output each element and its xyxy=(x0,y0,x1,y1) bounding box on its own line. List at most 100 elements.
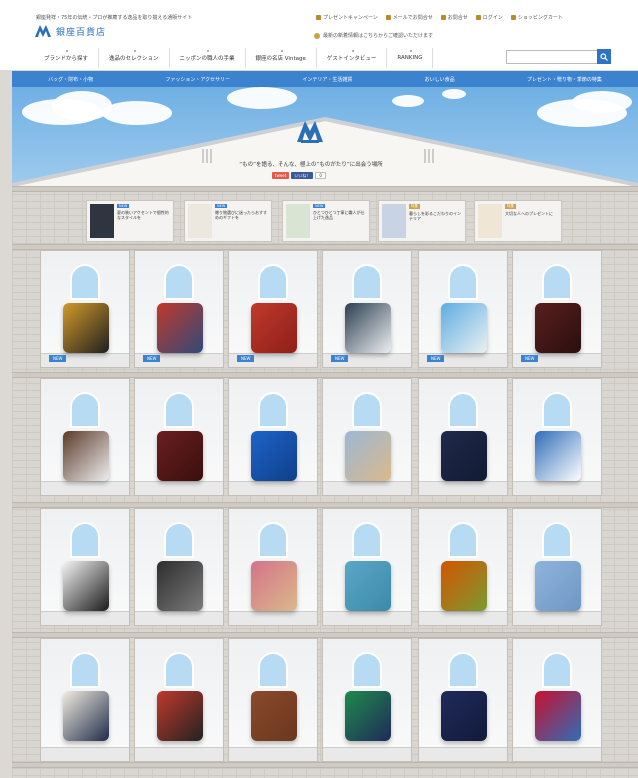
scarf-stand-product[interactable] xyxy=(251,561,297,611)
display-shelf xyxy=(135,481,223,495)
product-window[interactable] xyxy=(322,378,412,496)
tie-case-product[interactable] xyxy=(157,303,203,353)
display-shelf xyxy=(323,481,411,495)
product-window[interactable]: NEW xyxy=(40,250,130,368)
product-window[interactable] xyxy=(418,508,508,626)
page: 銀座発祥・75年の伝統・プロが推薦する逸品を取り揃える通販サイト 銀座百貨店 プ… xyxy=(0,0,638,778)
nav-bags[interactable]: バッグ・財布・小物 xyxy=(48,76,93,83)
product-window[interactable]: NEW xyxy=(418,250,508,368)
featured-card[interactable]: NEW 贈り物選びに迷ったらおすすめのギフトを xyxy=(184,200,272,242)
notebook-case-product[interactable] xyxy=(441,431,487,481)
display-shelf xyxy=(323,747,411,761)
emblem-icon xyxy=(297,121,323,143)
floral-shirt-product[interactable] xyxy=(535,431,581,481)
wristwatch-product[interactable] xyxy=(345,303,391,353)
nav-food[interactable]: おいしい食品 xyxy=(425,76,455,83)
sub-navigation: ブランドから探す 逸品のセレクション ニッポンの職人の手業 銀座の名店 Vint… xyxy=(34,48,434,68)
product-window[interactable] xyxy=(134,378,224,496)
cart-icon xyxy=(510,15,516,20)
wallets-product[interactable] xyxy=(345,691,391,741)
product-window[interactable] xyxy=(40,508,130,626)
featured-card[interactable]: 特集 大切な人へのプレゼントに xyxy=(474,200,562,242)
tweet-button[interactable]: tweet xyxy=(272,172,290,179)
subnav-interview[interactable]: ゲストインタビュー xyxy=(317,48,388,68)
canvas-tote-product[interactable] xyxy=(63,691,109,741)
search-button[interactable] xyxy=(597,49,611,64)
subnav-vintage[interactable]: 銀座の名店 Vintage xyxy=(246,48,317,68)
featured-text: ひとつひとつ丁寧に職人が仕上げた逸品 xyxy=(313,210,365,220)
product-window[interactable]: NEW xyxy=(322,250,412,368)
featured-card[interactable]: NEW 夏の装いアクセントで個性的なスタイルを xyxy=(86,200,174,242)
arched-window xyxy=(352,652,382,688)
like-button[interactable]: いいね！ xyxy=(291,172,314,179)
top-link-contact[interactable]: お問合せ xyxy=(440,14,468,21)
product-window[interactable] xyxy=(418,378,508,496)
display-shelf xyxy=(229,747,317,761)
product-window[interactable]: NEW xyxy=(512,250,602,368)
subnav-selection[interactable]: 逸品のセレクション xyxy=(99,48,170,68)
phone-cases-product[interactable] xyxy=(157,431,203,481)
site-logo[interactable]: 銀座百貨店 xyxy=(34,24,106,38)
product-window[interactable]: NEW xyxy=(134,250,224,368)
search-input[interactable] xyxy=(506,50,610,64)
loafers-product[interactable] xyxy=(535,561,581,611)
product-window[interactable] xyxy=(228,638,318,762)
glassware-product[interactable] xyxy=(63,303,109,353)
analog-watch-product[interactable] xyxy=(63,561,109,611)
featured-thumb xyxy=(286,204,310,238)
top-link-mail[interactable]: メールでお問合せ xyxy=(385,14,433,21)
red-bags-product[interactable] xyxy=(251,303,297,353)
new-badge: NEW xyxy=(331,355,349,362)
shorts-product[interactable] xyxy=(535,691,581,741)
product-window[interactable] xyxy=(512,378,602,496)
subnav-brand[interactable]: ブランドから探す xyxy=(34,48,100,68)
display-shelf xyxy=(229,481,317,495)
featured-card[interactable]: 特集 暮らしを彩るこだわりのインテリア xyxy=(378,200,466,242)
quilted-jacket-product[interactable] xyxy=(251,431,297,481)
product-window[interactable] xyxy=(228,378,318,496)
product-window[interactable] xyxy=(322,638,412,762)
top-link-campaign[interactable]: プレゼントキャンペーン xyxy=(316,14,378,21)
travel-bag-product[interactable] xyxy=(441,691,487,741)
featured-text: 暮らしを彩るこだわりのインテリア xyxy=(409,211,461,221)
product-window[interactable] xyxy=(134,508,224,626)
notice-bar[interactable]: 最新の新着情報はこちらからご確認いただけます xyxy=(314,32,433,39)
mount-fuji-figure-product[interactable] xyxy=(63,431,109,481)
featured-card[interactable]: NEW ひとつひとつ丁寧に職人が仕上げた逸品 xyxy=(282,200,370,242)
subnav-ranking[interactable]: RANKING xyxy=(387,48,434,68)
display-shelf xyxy=(135,611,223,625)
nav-gift[interactable]: プレゼント・贈り物・季節の特集 xyxy=(527,76,602,83)
featured-tag: NEW xyxy=(313,204,326,208)
product-window[interactable] xyxy=(134,638,224,762)
product-window[interactable] xyxy=(40,378,130,496)
bracelet-product[interactable] xyxy=(441,303,487,353)
belt-product[interactable] xyxy=(251,691,297,741)
featured-text: 贈り物選びに迷ったらおすすめのギフトを xyxy=(215,210,267,220)
product-window[interactable] xyxy=(228,508,318,626)
top-link-cart[interactable]: ショッピングカート xyxy=(510,14,563,21)
banner-title: “もの”を語る、そんな、極上の“ものがたり”に出会う場所 xyxy=(239,162,383,168)
tote-bag-product[interactable] xyxy=(345,561,391,611)
display-shelf xyxy=(513,611,601,625)
product-window[interactable] xyxy=(512,508,602,626)
featured-text: 夏の装いアクセントで個性的なスタイルを xyxy=(117,210,169,220)
nav-fashion[interactable]: ファッション・アクセサリー xyxy=(165,76,230,83)
product-window[interactable]: NEW xyxy=(228,250,318,368)
product-window[interactable] xyxy=(418,638,508,762)
scarf-mannequin-product[interactable] xyxy=(345,431,391,481)
ceramic-cups-product[interactable] xyxy=(441,561,487,611)
like-count: 0 xyxy=(315,172,326,179)
handbags-product[interactable] xyxy=(157,691,203,741)
nav-interior[interactable]: インテリア・生活雑貨 xyxy=(302,76,352,83)
arched-window xyxy=(352,264,382,300)
site-header: 銀座発祥・75年の伝統・プロが推薦する逸品を取り揃える通販サイト 銀座百貨店 プ… xyxy=(0,0,638,70)
leather-bracelet-product[interactable] xyxy=(157,561,203,611)
subnav-craft[interactable]: ニッポンの職人の手業 xyxy=(170,48,246,68)
product-window[interactable] xyxy=(322,508,412,626)
display-shelf xyxy=(513,481,601,495)
product-window[interactable] xyxy=(512,638,602,762)
product-window[interactable] xyxy=(40,638,130,762)
top-link-login[interactable]: ログイン xyxy=(475,14,503,21)
phone-case-product[interactable] xyxy=(535,303,581,353)
arched-window xyxy=(70,652,100,688)
